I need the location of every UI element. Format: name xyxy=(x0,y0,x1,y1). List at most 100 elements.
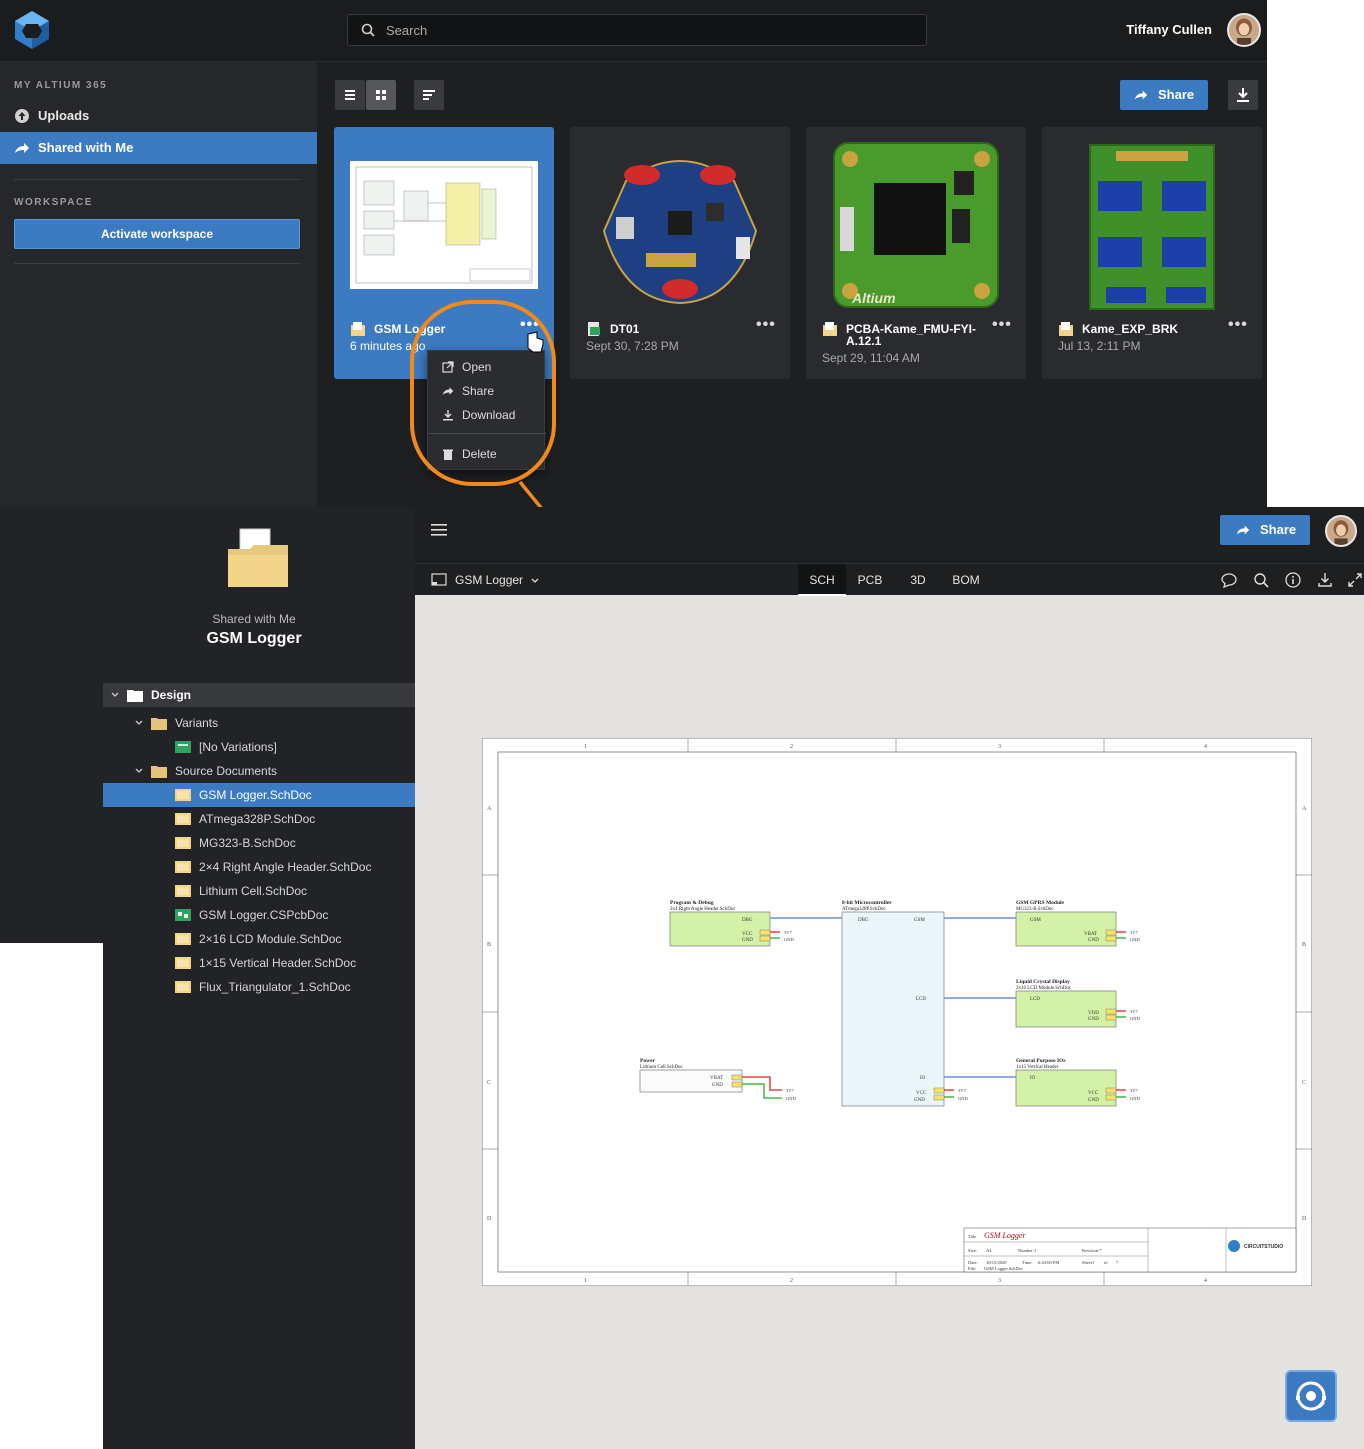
user-name[interactable]: Tiffany Cullen xyxy=(1126,22,1212,37)
document-icon xyxy=(431,573,447,586)
nav-item-shared-with-me[interactable]: Shared with Me xyxy=(0,132,317,164)
download-icon[interactable] xyxy=(1317,572,1333,588)
schematic-sheet[interactable]: 1 2 3 4 1 2 3 4 A B C D A B C D Program … xyxy=(482,738,1312,1286)
tree-item-document[interactable]: 2×4 Right Angle Header.SchDoc xyxy=(103,855,415,879)
border-col-label: 3 xyxy=(998,1278,1001,1284)
pcb-doc-icon xyxy=(175,909,191,921)
svg-text:Altium: Altium xyxy=(851,290,896,306)
tree-item-document[interactable]: GSM Logger.CSPcbDoc xyxy=(103,903,415,927)
tree-item-label: MG323-B.SchDoc xyxy=(199,836,296,850)
border-col-label: 2 xyxy=(790,1278,793,1284)
search-icon[interactable] xyxy=(1253,572,1269,588)
sort-button[interactable] xyxy=(414,80,444,110)
project-card[interactable]: Kame_EXP_BRK Jul 13, 2:11 PM ••• xyxy=(1042,127,1262,379)
comment-icon[interactable] xyxy=(1221,572,1237,588)
tree-item-document[interactable]: ATmega328P.SchDoc xyxy=(103,807,415,831)
border-row-label: D xyxy=(1302,1216,1307,1222)
schematic-text: GSM xyxy=(914,918,925,923)
search-bar[interactable] xyxy=(347,14,927,46)
folder-icon xyxy=(151,718,167,730)
border-col-label: 4 xyxy=(1204,744,1207,750)
tree-item-document[interactable]: 2×16 LCD Module.SchDoc xyxy=(103,927,415,951)
user-avatar[interactable] xyxy=(1325,515,1357,547)
context-menu: Open Share Download Delete xyxy=(427,350,546,470)
schematic-doc-icon xyxy=(175,861,191,873)
nav-item-label: Shared with Me xyxy=(38,140,134,155)
project-card[interactable]: GSM Logger 6 minutes ago ••• xyxy=(334,127,554,379)
border-col-label: 2 xyxy=(790,744,793,750)
schematic-text: GND xyxy=(1088,1098,1099,1103)
menu-item-label: Delete xyxy=(462,447,497,461)
activate-workspace-button[interactable]: Activate workspace xyxy=(14,219,300,249)
nav-divider xyxy=(14,179,301,180)
tab-bom[interactable]: BOM xyxy=(944,564,988,596)
schematic-text: GND xyxy=(712,1083,723,1088)
tab-pcb[interactable]: PCB xyxy=(848,564,892,596)
menu-item-share[interactable]: Share xyxy=(428,379,546,403)
project-card[interactable]: DT01 Sept 30, 7:28 PM ••• xyxy=(570,127,790,379)
download-button[interactable] xyxy=(1228,80,1258,110)
tree-item-variants[interactable]: Variants xyxy=(103,711,415,735)
tree-item-document[interactable]: GSM Logger.SchDoc xyxy=(103,783,415,807)
trash-icon xyxy=(443,449,453,460)
tree-item-label: [No Variations] xyxy=(199,740,277,754)
project-date: Sept 29, 11:04 AM xyxy=(822,351,920,365)
altium-logo-icon[interactable] xyxy=(12,9,52,51)
more-options-icon[interactable]: ••• xyxy=(1228,317,1252,335)
border-row-label: C xyxy=(487,1080,491,1086)
project-card[interactable]: Altium PCBA-Kame_FMU-FYI-A.12.1 Sept 29,… xyxy=(806,127,1026,379)
schematic-text: DBG xyxy=(858,918,869,923)
schematic-text: LCD xyxy=(1030,997,1040,1002)
info-icon[interactable] xyxy=(1285,572,1301,588)
headset-support-icon xyxy=(1296,1381,1326,1411)
tab-3d[interactable]: 3D xyxy=(896,564,940,596)
nav-item-uploads[interactable]: Uploads xyxy=(0,100,317,132)
tree-item-label: 1×15 Vertical Header.SchDoc xyxy=(199,956,357,970)
list-view-icon xyxy=(345,90,355,100)
user-avatar[interactable] xyxy=(1227,13,1261,47)
tab-sch[interactable]: SCH xyxy=(798,564,846,596)
menu-item-open[interactable]: Open xyxy=(428,355,546,379)
tree-item-source-documents[interactable]: Source Documents xyxy=(103,759,415,783)
more-options-icon[interactable]: ••• xyxy=(520,317,544,335)
list-view-button[interactable] xyxy=(335,80,365,110)
border-row-label: B xyxy=(1302,942,1306,948)
tree-item-document[interactable]: Lithium Cell.SchDoc xyxy=(103,879,415,903)
schematic-text: 3V7 xyxy=(958,1088,966,1093)
schematic-text: 8-bit Microcontroller xyxy=(842,900,892,906)
menu-item-delete[interactable]: Delete xyxy=(428,442,546,466)
tree-item-label: Design xyxy=(151,688,192,702)
tree-item-label: Flux_Triangulator_1.SchDoc xyxy=(199,980,351,994)
chevron-down-icon xyxy=(531,578,539,583)
tree-item-document[interactable]: 1×15 Vertical Header.SchDoc xyxy=(103,951,415,975)
share-button[interactable]: Share xyxy=(1220,515,1310,545)
schematic-text: GSM GPRS Module xyxy=(1016,900,1065,906)
sheet-symbol-microcontroller: 8-bit Microcontroller ATmega328P.SchDoc … xyxy=(841,900,945,1107)
schematic-text: GSM Logger.SchDoc xyxy=(984,1266,1023,1271)
document-selector[interactable]: GSM Logger xyxy=(431,572,539,588)
tree-item-design[interactable]: Design xyxy=(103,683,415,707)
schematic-doc-icon xyxy=(175,885,191,897)
share-button[interactable]: Share xyxy=(1120,80,1208,110)
hamburger-menu-icon[interactable] xyxy=(431,523,447,537)
tree-item-document[interactable]: MG323-B.SchDoc xyxy=(103,831,415,855)
tree-item-document[interactable]: Flux_Triangulator_1.SchDoc xyxy=(103,975,415,999)
schematic-text: Revision:* xyxy=(1082,1248,1102,1253)
grid-view-button[interactable] xyxy=(366,80,396,110)
fullscreen-icon[interactable] xyxy=(1347,572,1363,588)
schematic-text: 2x4 Right Angle Header.SchDoc xyxy=(670,907,736,912)
menu-item-download[interactable]: Download xyxy=(428,403,546,427)
more-options-icon[interactable]: ••• xyxy=(992,317,1016,335)
pcb-thumbnail: Altium xyxy=(833,142,999,308)
project-date: 6 minutes ago xyxy=(350,339,426,353)
tree-item-no-variations[interactable]: [No Variations] xyxy=(103,735,415,759)
more-options-icon[interactable]: ••• xyxy=(756,317,780,335)
search-input[interactable] xyxy=(386,15,906,45)
folder-icon xyxy=(127,690,143,702)
border-row-label: A xyxy=(487,806,492,812)
schematic-text: GND xyxy=(786,1096,796,1101)
project-folder-icon xyxy=(1059,322,1073,336)
help-support-button[interactable] xyxy=(1285,1370,1337,1422)
schematic-text: LCD xyxy=(916,997,926,1002)
schematic-text: DBG xyxy=(742,918,753,923)
